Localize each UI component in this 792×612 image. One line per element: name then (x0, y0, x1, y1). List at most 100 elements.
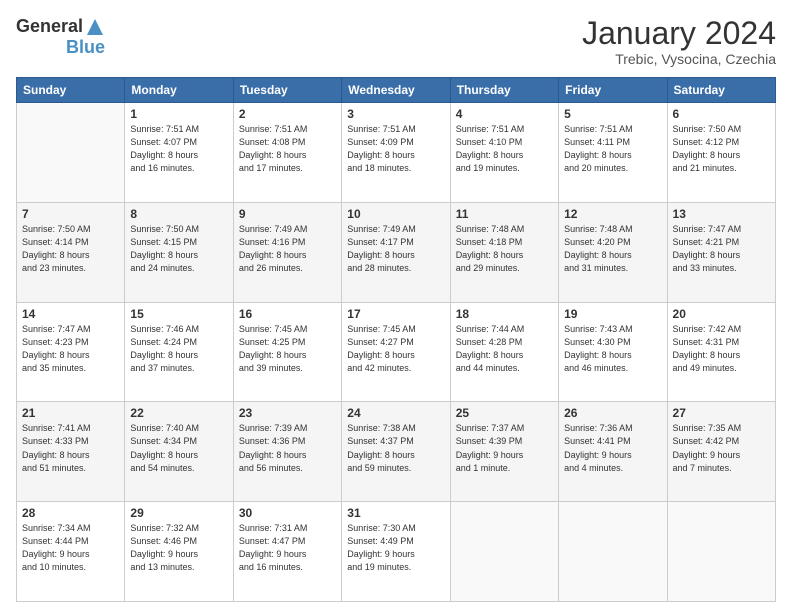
calendar-cell: 18 Sunrise: 7:44 AMSunset: 4:28 PMDayligh… (450, 302, 558, 402)
day-info: Sunrise: 7:47 AMSunset: 4:21 PMDaylight:… (673, 223, 770, 275)
calendar-cell: 11Sunrise: 7:48 AMSunset: 4:18 PMDayligh… (450, 202, 558, 302)
title-section: January 2024 Trebic, Vysocina, Czechia (582, 16, 776, 67)
day-info: Sunrise: 7:51 AMSunset: 4:10 PMDaylight:… (456, 123, 553, 175)
calendar-cell: 20 Sunrise: 7:42 AMSunset: 4:31 PMDayligh… (667, 302, 775, 402)
day-number: 20 (673, 307, 770, 321)
day-number: 13 (673, 207, 770, 221)
calendar-cell: 1 Sunrise: 7:51 AMSunset: 4:07 PMDaylight… (125, 103, 233, 203)
calendar-week-row: 28 Sunrise: 7:34 AMSunset: 4:44 PMDayligh… (17, 502, 776, 602)
calendar-week-row: 14 Sunrise: 7:47 AMSunset: 4:23 PMDayligh… (17, 302, 776, 402)
day-info: Sunrise: 7:44 AMSunset: 4:28 PMDaylight:… (456, 323, 553, 375)
calendar-cell (559, 502, 667, 602)
day-number: 28 (22, 506, 119, 520)
calendar-cell: 17Sunrise: 7:45 AMSunset: 4:27 PMDayligh… (342, 302, 450, 402)
day-number: 25 (456, 406, 553, 420)
subtitle: Trebic, Vysocina, Czechia (582, 51, 776, 67)
logo: General Blue (16, 16, 105, 58)
day-number: 31 (347, 506, 444, 520)
calendar-day-header: Wednesday (342, 78, 450, 103)
day-info: Sunrise: 7:48 AMSunset: 4:20 PMDaylight:… (564, 223, 661, 275)
calendar-cell: 13 Sunrise: 7:47 AMSunset: 4:21 PMDayligh… (667, 202, 775, 302)
day-number: 2 (239, 107, 336, 121)
day-info: Sunrise: 7:38 AMSunset: 4:37 PMDaylight:… (347, 422, 444, 474)
day-number: 24 (347, 406, 444, 420)
calendar-cell: 19 Sunrise: 7:43 AMSunset: 4:30 PMDayligh… (559, 302, 667, 402)
day-number: 10 (347, 207, 444, 221)
calendar-cell (667, 502, 775, 602)
calendar-week-row: 21Sunrise: 7:41 AMSunset: 4:33 PMDayligh… (17, 402, 776, 502)
day-number: 9 (239, 207, 336, 221)
day-info: Sunrise: 7:31 AMSunset: 4:47 PMDaylight:… (239, 522, 336, 574)
day-info: Sunrise: 7:30 AMSunset: 4:49 PMDaylight:… (347, 522, 444, 574)
calendar-cell: 10Sunrise: 7:49 AMSunset: 4:17 PMDayligh… (342, 202, 450, 302)
calendar-cell: 8 Sunrise: 7:50 AMSunset: 4:15 PMDaylight… (125, 202, 233, 302)
day-number: 5 (564, 107, 661, 121)
day-info: Sunrise: 7:45 AMSunset: 4:27 PMDaylight:… (347, 323, 444, 375)
calendar-cell: 14 Sunrise: 7:47 AMSunset: 4:23 PMDayligh… (17, 302, 125, 402)
calendar-cell: 15Sunrise: 7:46 AMSunset: 4:24 PMDayligh… (125, 302, 233, 402)
calendar-day-header: Saturday (667, 78, 775, 103)
day-info: Sunrise: 7:51 AMSunset: 4:08 PMDaylight:… (239, 123, 336, 175)
day-info: Sunrise: 7:47 AMSunset: 4:23 PMDaylight:… (22, 323, 119, 375)
calendar-week-row: 1 Sunrise: 7:51 AMSunset: 4:07 PMDaylight… (17, 103, 776, 203)
day-number: 29 (130, 506, 227, 520)
calendar-cell: 16Sunrise: 7:45 AMSunset: 4:25 PMDayligh… (233, 302, 341, 402)
calendar-week-row: 7 Sunrise: 7:50 AMSunset: 4:14 PMDaylight… (17, 202, 776, 302)
day-number: 18 (456, 307, 553, 321)
calendar-day-header: Friday (559, 78, 667, 103)
day-number: 12 (564, 207, 661, 221)
page-header: General Blue January 2024 Trebic, Vysoci… (16, 16, 776, 67)
calendar-table: SundayMondayTuesdayWednesdayThursdayFrid… (16, 77, 776, 602)
day-info: Sunrise: 7:50 AMSunset: 4:14 PMDaylight:… (22, 223, 119, 275)
day-info: Sunrise: 7:50 AMSunset: 4:12 PMDaylight:… (673, 123, 770, 175)
day-number: 14 (22, 307, 119, 321)
calendar-cell: 6 Sunrise: 7:50 AMSunset: 4:12 PMDaylight… (667, 103, 775, 203)
day-number: 30 (239, 506, 336, 520)
day-info: Sunrise: 7:42 AMSunset: 4:31 PMDaylight:… (673, 323, 770, 375)
calendar-cell: 22 Sunrise: 7:40 AMSunset: 4:34 PMDayligh… (125, 402, 233, 502)
calendar-body: 1 Sunrise: 7:51 AMSunset: 4:07 PMDaylight… (17, 103, 776, 602)
day-info: Sunrise: 7:51 AMSunset: 4:09 PMDaylight:… (347, 123, 444, 175)
day-number: 23 (239, 406, 336, 420)
day-info: Sunrise: 7:36 AMSunset: 4:41 PMDaylight:… (564, 422, 661, 474)
calendar-header-row: SundayMondayTuesdayWednesdayThursdayFrid… (17, 78, 776, 103)
day-info: Sunrise: 7:45 AMSunset: 4:25 PMDaylight:… (239, 323, 336, 375)
day-info: Sunrise: 7:51 AMSunset: 4:11 PMDaylight:… (564, 123, 661, 175)
calendar-cell: 26Sunrise: 7:36 AMSunset: 4:41 PMDayligh… (559, 402, 667, 502)
calendar-cell: 27 Sunrise: 7:35 AMSunset: 4:42 PMDayligh… (667, 402, 775, 502)
logo-icon (85, 17, 105, 37)
day-number: 8 (130, 207, 227, 221)
calendar-cell: 5 Sunrise: 7:51 AMSunset: 4:11 PMDaylight… (559, 103, 667, 203)
calendar-cell: 7 Sunrise: 7:50 AMSunset: 4:14 PMDaylight… (17, 202, 125, 302)
day-info: Sunrise: 7:39 AMSunset: 4:36 PMDaylight:… (239, 422, 336, 474)
calendar-cell: 24 Sunrise: 7:38 AMSunset: 4:37 PMDayligh… (342, 402, 450, 502)
day-info: Sunrise: 7:35 AMSunset: 4:42 PMDaylight:… (673, 422, 770, 474)
calendar-cell: 28 Sunrise: 7:34 AMSunset: 4:44 PMDayligh… (17, 502, 125, 602)
day-number: 22 (130, 406, 227, 420)
day-number: 19 (564, 307, 661, 321)
calendar-cell: 2 Sunrise: 7:51 AMSunset: 4:08 PMDaylight… (233, 103, 341, 203)
calendar-cell: 21Sunrise: 7:41 AMSunset: 4:33 PMDayligh… (17, 402, 125, 502)
day-number: 27 (673, 406, 770, 420)
day-number: 6 (673, 107, 770, 121)
day-info: Sunrise: 7:50 AMSunset: 4:15 PMDaylight:… (130, 223, 227, 275)
day-info: Sunrise: 7:40 AMSunset: 4:34 PMDaylight:… (130, 422, 227, 474)
day-info: Sunrise: 7:43 AMSunset: 4:30 PMDaylight:… (564, 323, 661, 375)
day-info: Sunrise: 7:37 AMSunset: 4:39 PMDaylight:… (456, 422, 553, 474)
day-info: Sunrise: 7:34 AMSunset: 4:44 PMDaylight:… (22, 522, 119, 574)
calendar-cell: 23 Sunrise: 7:39 AMSunset: 4:36 PMDayligh… (233, 402, 341, 502)
calendar-cell (17, 103, 125, 203)
day-number: 7 (22, 207, 119, 221)
calendar-day-header: Tuesday (233, 78, 341, 103)
day-info: Sunrise: 7:32 AMSunset: 4:46 PMDaylight:… (130, 522, 227, 574)
calendar-day-header: Thursday (450, 78, 558, 103)
day-number: 4 (456, 107, 553, 121)
calendar-cell: 29 Sunrise: 7:32 AMSunset: 4:46 PMDayligh… (125, 502, 233, 602)
day-number: 1 (130, 107, 227, 121)
calendar-cell: 31 Sunrise: 7:30 AMSunset: 4:49 PMDayligh… (342, 502, 450, 602)
day-info: Sunrise: 7:46 AMSunset: 4:24 PMDaylight:… (130, 323, 227, 375)
day-info: Sunrise: 7:51 AMSunset: 4:07 PMDaylight:… (130, 123, 227, 175)
logo-blue-text: Blue (66, 37, 105, 58)
logo-general-text: General (16, 16, 83, 37)
calendar-cell: 12 Sunrise: 7:48 AMSunset: 4:20 PMDayligh… (559, 202, 667, 302)
